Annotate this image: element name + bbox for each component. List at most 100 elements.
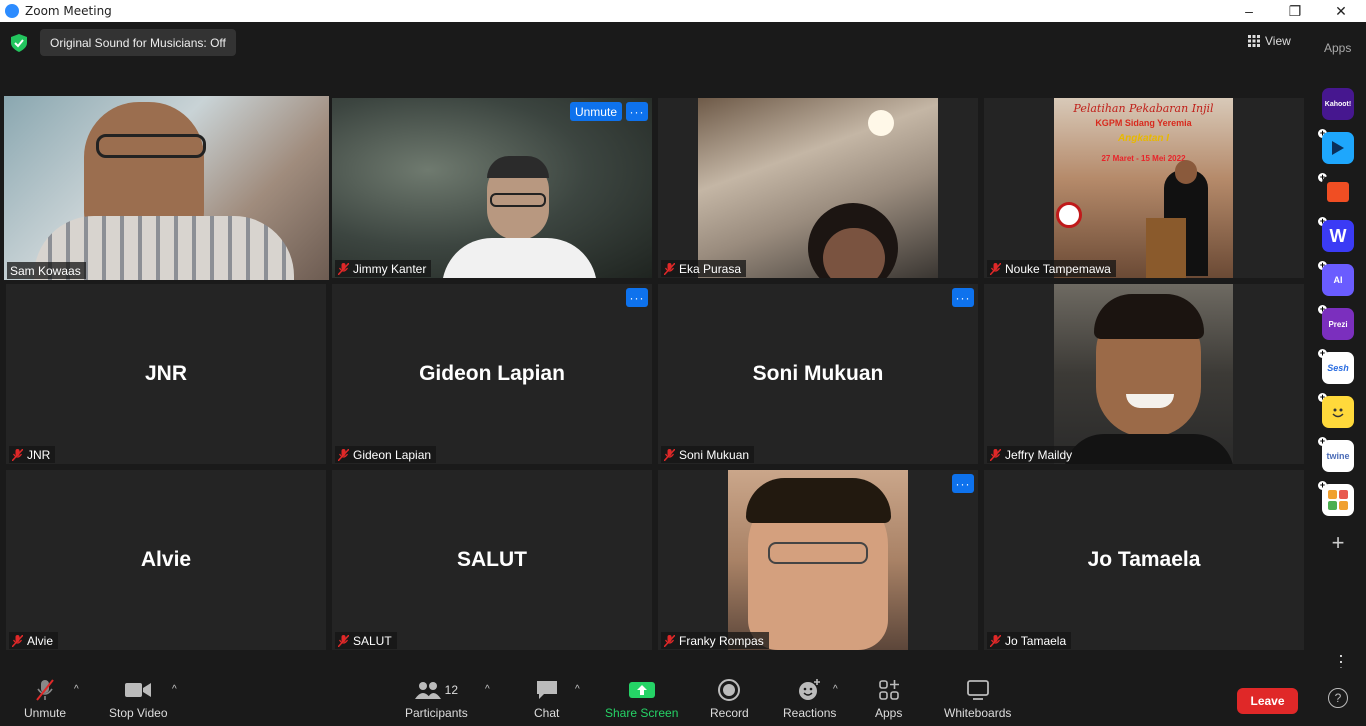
participant-name-label: Alvie xyxy=(9,632,59,649)
sesh-app-icon[interactable]: Sesh xyxy=(1322,352,1354,384)
chat-button[interactable]: Chat xyxy=(534,678,559,720)
muted-mic-icon xyxy=(990,262,1001,275)
wooclap-app-icon[interactable]: W xyxy=(1322,220,1354,252)
record-icon xyxy=(718,679,741,701)
chat-icon xyxy=(536,681,557,699)
reactions-button[interactable]: Reactions xyxy=(783,678,836,720)
shield-icon[interactable] xyxy=(11,34,27,52)
minimize-button[interactable]: – xyxy=(1226,0,1272,22)
close-button[interactable]: ✕ xyxy=(1318,0,1364,22)
muted-mic-icon xyxy=(664,262,675,275)
leave-button[interactable]: Leave xyxy=(1237,688,1298,714)
participants-button[interactable]: 12 Participants xyxy=(405,678,468,720)
app-icon[interactable] xyxy=(1322,396,1354,428)
whiteboard-icon xyxy=(966,680,989,700)
participant-tile-alvie[interactable]: Alvie Alvie xyxy=(6,470,326,650)
participant-name-label: JNR xyxy=(9,446,56,463)
maximize-button[interactable]: ❐ xyxy=(1272,0,1318,22)
participant-tile-sam-kowaas[interactable]: Sam Kowaas xyxy=(4,96,329,280)
app-icon[interactable] xyxy=(1322,132,1354,164)
view-button[interactable]: View xyxy=(1248,34,1291,48)
participant-tile-jnr[interactable]: JNR JNR xyxy=(6,284,326,464)
original-sound-button[interactable]: Original Sound for Musicians: Off xyxy=(40,29,236,56)
participant-video xyxy=(332,98,652,278)
participant-name-label: Jo Tamaela xyxy=(987,632,1072,649)
participant-name-label: Eka Purasa xyxy=(661,260,747,277)
participant-display-name: SALUT xyxy=(457,548,527,571)
participant-video: Pelatihan Pekabaran Injil KGPM Sidang Ye… xyxy=(1054,98,1233,278)
video-options-caret[interactable]: ^ xyxy=(172,684,177,695)
record-button[interactable]: Record xyxy=(710,678,749,720)
kahoot-app-icon[interactable]: Kahoot! xyxy=(1322,88,1354,120)
muted-mic-icon xyxy=(990,634,1001,647)
meeting-topbar: Original Sound for Musicians: Off View A… xyxy=(0,22,1366,92)
participant-video xyxy=(1054,284,1234,464)
ai-app-icon[interactable]: AI xyxy=(1322,264,1354,296)
participant-display-name: Gideon Lapian xyxy=(419,362,565,385)
participant-tile-jo-tamaela[interactable]: Jo Tamaela Jo Tamaela xyxy=(984,470,1304,650)
participant-display-name: JNR xyxy=(144,362,187,385)
participant-tile-soni-mukuan[interactable]: ··· Soni Mukuan Soni Mukuan xyxy=(658,284,978,464)
participant-name-label: Gideon Lapian xyxy=(335,446,437,463)
smiley-plus-icon xyxy=(798,679,820,700)
app-icon[interactable] xyxy=(1322,484,1354,516)
apps-header-label[interactable]: Apps xyxy=(1324,41,1351,55)
poster-subtitle: KGPM Sidang Yeremia xyxy=(1095,118,1192,128)
muted-mic-icon xyxy=(338,634,349,647)
participant-tile-franky-rompas[interactable]: ··· Franky Rompas xyxy=(658,470,978,650)
participant-name-label: Sam Kowaas xyxy=(7,262,86,279)
window-titlebar: Zoom Meeting – ❐ ✕ xyxy=(0,0,1366,22)
participant-tile-jimmy-kanter[interactable]: Unmute ··· Jimmy Kanter xyxy=(332,98,652,278)
participant-name-label: Franky Rompas xyxy=(661,632,769,649)
participant-name-label: Nouke Tampemawa xyxy=(987,260,1116,277)
app-icon[interactable] xyxy=(1322,176,1354,208)
muted-mic-icon xyxy=(338,262,349,275)
audio-options-caret[interactable]: ^ xyxy=(74,684,79,695)
participant-tile-gideon-lapian[interactable]: ··· Gideon Lapian Gideon Lapian xyxy=(332,284,652,464)
grid-icon xyxy=(1248,35,1260,47)
help-icon[interactable]: ? xyxy=(1328,688,1348,708)
add-app-icon[interactable]: + xyxy=(1327,530,1349,555)
participant-video xyxy=(698,98,938,278)
smile-app-icon xyxy=(1332,408,1344,418)
share-screen-button[interactable]: Share Screen xyxy=(605,678,678,720)
participant-name-label: Jimmy Kanter xyxy=(335,260,432,277)
apps-sidebar: Kahoot! + + + W + AI + Prezi + Sesh + + … xyxy=(1310,86,1366,566)
participant-display-name: Soni Mukuan xyxy=(752,362,884,385)
prezi-app-icon[interactable]: Prezi xyxy=(1322,308,1354,340)
participant-tile-eka-purasa[interactable]: Eka Purasa xyxy=(658,98,978,278)
muted-mic-icon xyxy=(664,634,675,647)
unmute-participant-button[interactable]: Unmute xyxy=(569,102,622,121)
participant-display-name: Alvie xyxy=(140,548,192,571)
stop-video-button[interactable]: Stop Video xyxy=(109,678,168,720)
twine-app-icon[interactable]: twine xyxy=(1322,440,1354,472)
whiteboards-button[interactable]: Whiteboards xyxy=(944,678,1011,720)
meeting-toolbar: Unmute ^ Stop Video ^ 12 Participants ^ … xyxy=(0,668,1366,726)
unmute-button[interactable]: Unmute xyxy=(24,678,66,720)
participant-tile-jeffry-maildy[interactable]: Jeffry Maildy xyxy=(984,284,1304,464)
poster-dates: 27 Maret - 15 Mei 2022 xyxy=(1101,154,1186,163)
participant-tile-salut[interactable]: SALUT SALUT xyxy=(332,470,652,650)
participants-icon xyxy=(414,682,441,699)
chat-options-caret[interactable]: ^ xyxy=(575,684,580,695)
participant-video xyxy=(4,96,329,280)
poster-title: Pelatihan Pekabaran Injil xyxy=(1073,102,1214,115)
participant-tile-nouke-tampemawa[interactable]: Pelatihan Pekabaran Injil KGPM Sidang Ye… xyxy=(984,98,1304,278)
muted-mic-icon xyxy=(12,634,23,647)
poster-batch: Angkatan I xyxy=(1117,133,1170,144)
window-title: Zoom Meeting xyxy=(25,4,112,18)
blocks-app-icon xyxy=(1328,490,1348,510)
apps-button[interactable]: Apps xyxy=(875,678,902,720)
more-options-button[interactable]: ··· xyxy=(952,474,974,493)
more-options-button[interactable]: ··· xyxy=(952,288,974,307)
participant-display-name: Jo Tamaela xyxy=(1087,548,1201,571)
play-app-icon xyxy=(1332,141,1344,155)
muted-mic-icon xyxy=(12,448,23,461)
participant-name-label: Soni Mukuan xyxy=(661,446,755,463)
more-options-button[interactable]: ··· xyxy=(626,102,648,121)
video-camera-icon xyxy=(125,683,152,697)
reactions-options-caret[interactable]: ^ xyxy=(833,684,838,695)
muted-mic-icon xyxy=(36,679,54,701)
more-options-button[interactable]: ··· xyxy=(626,288,648,307)
participants-options-caret[interactable]: ^ xyxy=(485,684,490,695)
